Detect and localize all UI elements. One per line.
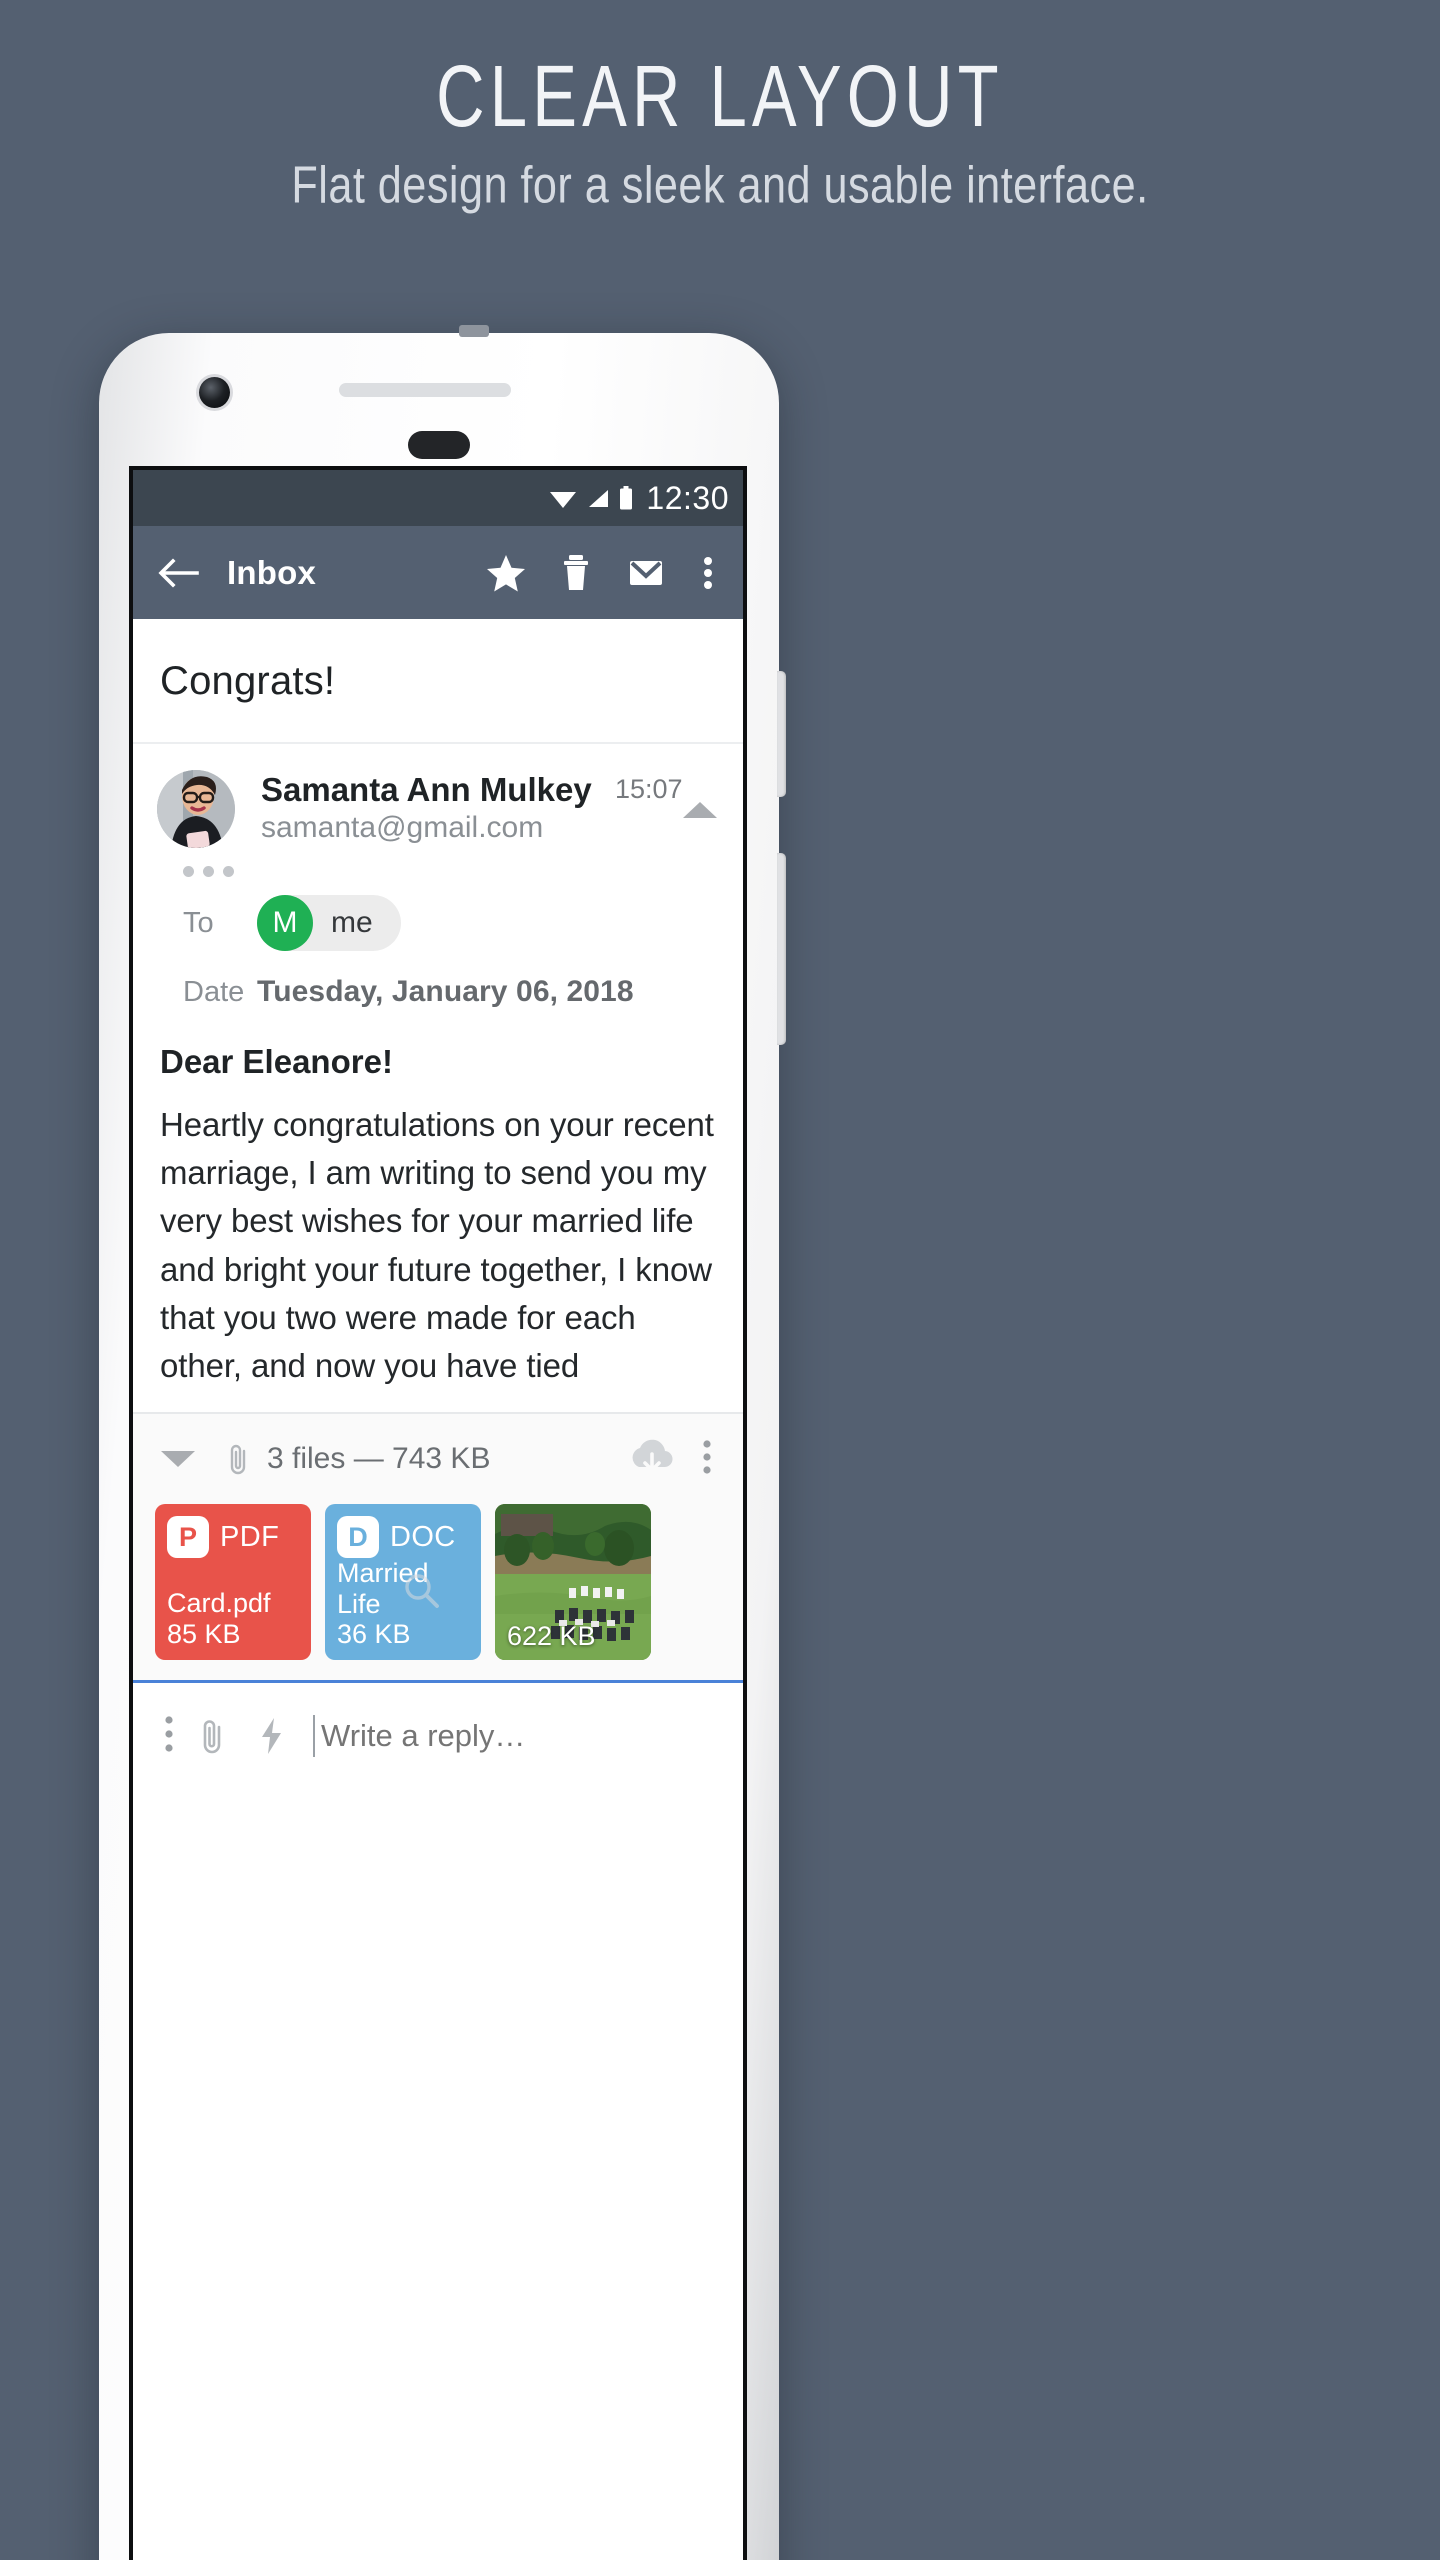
paperclip-icon — [225, 1442, 251, 1476]
dot — [223, 866, 234, 877]
dot — [183, 866, 194, 877]
app-toolbar: Inbox — [133, 526, 743, 619]
quick-reply-icon[interactable] — [257, 1716, 285, 1756]
mail-icon[interactable] — [625, 552, 667, 594]
volume-button[interactable] — [777, 671, 786, 797]
avatar — [157, 770, 235, 848]
promo-screenshot: CLEAR LAYOUT Flat design for a sleek and… — [0, 0, 1440, 2560]
wifi-icon — [549, 487, 577, 509]
sender-email: samanta@gmail.com — [261, 810, 544, 844]
email-subject-section: Congrats! — [133, 619, 743, 744]
email-body: Dear Eleanore! Heartly congratulations o… — [133, 1009, 743, 1390]
date-label: Date — [183, 976, 245, 1008]
attachment-type-row: D DOC — [337, 1516, 469, 1559]
attach-icon[interactable] — [197, 1717, 227, 1755]
pdf-badge-icon: P — [167, 1516, 209, 1559]
trash-icon[interactable] — [555, 552, 597, 594]
reply-bar — [133, 1683, 743, 1790]
attachment-type: DOC — [390, 1520, 456, 1553]
collapse-chevron-up-icon[interactable] — [682, 785, 717, 818]
attachment-size: 36 KB — [337, 1619, 411, 1650]
power-button[interactable] — [777, 853, 786, 1045]
page-title: CLEAR LAYOUT — [436, 46, 1004, 145]
emoji-icon[interactable] — [746, 1714, 747, 1758]
email-greeting: Dear Eleanore! — [160, 1043, 393, 1080]
attachment-card-pdf[interactable]: P PDF Card.pdf 85 KB — [155, 1504, 311, 1661]
message-time: 15:07 — [615, 774, 683, 804]
thread-expand-dots[interactable] — [133, 848, 743, 877]
earpiece-speaker — [339, 383, 511, 397]
attachments-header: 3 files — 743 KB — [133, 1414, 743, 1504]
toolbar-title: Inbox — [227, 553, 316, 591]
date-row: Date Tuesday, January 06, 2018 — [133, 951, 743, 1009]
attachment-card-image[interactable]: 622 KB — [495, 1504, 651, 1661]
status-bar-time: 12:30 — [646, 480, 729, 516]
attachment-type-row: P PDF — [167, 1516, 299, 1559]
back-arrow-icon[interactable] — [155, 550, 201, 596]
attachment-type: PDF — [220, 1520, 280, 1553]
recipient-chip[interactable]: M me — [257, 895, 401, 951]
reply-input[interactable] — [313, 1715, 720, 1758]
antenna-notch — [459, 325, 489, 337]
phone-screen: 12:30 Inbox Congrats! Samanta Ann Mulkey… — [129, 466, 747, 2560]
attachment-size: 622 KB — [507, 1620, 596, 1651]
battery-icon — [619, 486, 633, 510]
recipient-row: To M me — [133, 877, 743, 951]
status-bar: 12:30 — [133, 470, 743, 526]
sender-row[interactable]: Samanta Ann Mulkey samanta@gmail.com 15:… — [133, 744, 743, 848]
recipient-avatar: M — [257, 895, 313, 951]
message-meta-right: 15:07 — [615, 770, 719, 848]
download-icon[interactable] — [625, 1437, 679, 1481]
star-icon[interactable] — [485, 552, 527, 594]
sender-name: Samanta Ann Mulkey — [261, 771, 592, 808]
to-label: To — [183, 906, 214, 939]
page-subtitle: Flat design for a sleek and usable inter… — [291, 155, 1149, 214]
signal-icon — [586, 487, 610, 509]
phone-mockup: 12:30 Inbox Congrats! Samanta Ann Mulkey… — [99, 325, 786, 2560]
attachments-panel: 3 files — 743 KB P PDF Card.pdf 85 KB D … — [133, 1414, 743, 1681]
date-value: Tuesday, January 06, 2018 — [257, 975, 634, 1008]
overflow-menu-icon[interactable] — [701, 552, 715, 594]
reply-overflow-menu-icon[interactable] — [163, 1715, 175, 1758]
dot — [203, 866, 214, 877]
doc-badge-icon: D — [337, 1516, 379, 1559]
attachments-overflow-menu-icon[interactable] — [701, 1439, 713, 1480]
home-button[interactable] — [408, 431, 470, 459]
email-subject: Congrats! — [160, 659, 336, 703]
search-icon[interactable] — [401, 1570, 441, 1610]
attachment-size: 85 KB — [167, 1618, 241, 1649]
attachment-name: Card.pdf — [167, 1588, 271, 1619]
sender-info: Samanta Ann Mulkey samanta@gmail.com — [235, 770, 615, 848]
front-camera-icon — [199, 377, 230, 408]
email-body-text: Heartly congratulations on your recent m… — [160, 1106, 714, 1384]
attachments-summary: 3 files — 743 KB — [267, 1442, 491, 1476]
recipient-name: me — [331, 906, 373, 939]
collapse-chevron-down-icon[interactable] — [161, 1451, 195, 1468]
